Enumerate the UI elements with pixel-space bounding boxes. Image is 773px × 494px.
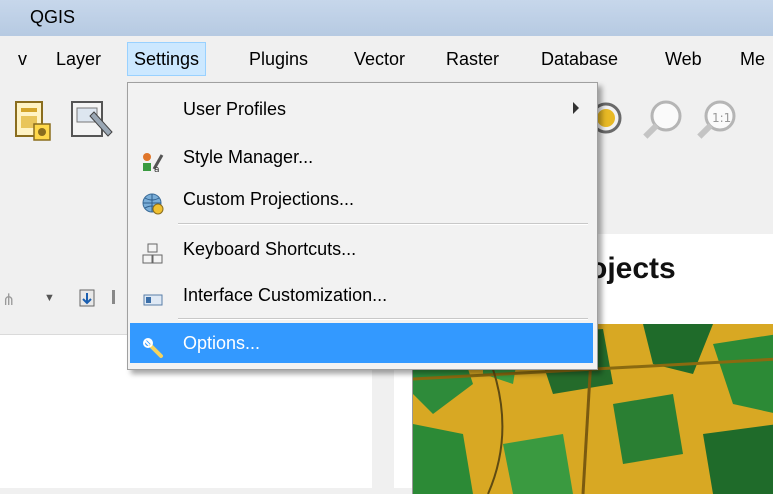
menu-item-label: Keyboard Shortcuts... bbox=[183, 239, 357, 259]
menu-item-style-manager[interactable]: a Style Manager... bbox=[130, 137, 593, 177]
projects-heading: ojects bbox=[589, 252, 676, 285]
menu-item-label: Custom Projections... bbox=[183, 189, 355, 209]
menu-item-user-profiles[interactable]: User Profiles bbox=[130, 89, 593, 129]
menu-item-options[interactable]: Options... bbox=[130, 323, 593, 363]
menu-item-interface-customization[interactable]: Interface Customization... bbox=[130, 275, 593, 315]
submenu-arrow-icon bbox=[573, 102, 579, 114]
filter-icon[interactable]: ⋔ bbox=[2, 290, 15, 310]
menu-layer[interactable]: Layer bbox=[50, 42, 107, 76]
menu-view[interactable]: v bbox=[12, 42, 33, 76]
layout-manager-icon[interactable] bbox=[68, 98, 116, 149]
menu-bar: v Layer Settings Plugins Vector Raster D… bbox=[0, 36, 773, 82]
svg-text:1:1: 1:1 bbox=[712, 111, 731, 125]
menu-more[interactable]: Me bbox=[734, 42, 771, 76]
interface-customization-icon bbox=[142, 285, 164, 307]
title-bar: QGIS bbox=[0, 0, 773, 36]
zoom-next-icon[interactable] bbox=[640, 98, 690, 149]
wrench-icon bbox=[142, 333, 164, 358]
menu-vector[interactable]: Vector bbox=[348, 42, 411, 76]
menu-item-label: Interface Customization... bbox=[183, 285, 388, 305]
menu-raster[interactable]: Raster bbox=[440, 42, 505, 76]
style-manager-icon: a bbox=[142, 147, 164, 175]
menu-database[interactable]: Database bbox=[535, 42, 624, 76]
menu-web[interactable]: Web bbox=[659, 42, 708, 76]
window-title: QGIS bbox=[30, 7, 76, 27]
menu-item-custom-projections[interactable]: Custom Projections... bbox=[130, 179, 593, 219]
keyboard-shortcuts-icon bbox=[142, 239, 164, 264]
zoom-actual-size-icon[interactable]: 1:1 bbox=[694, 98, 744, 149]
menu-settings[interactable]: Settings bbox=[127, 42, 207, 76]
menu-item-label: Style Manager... bbox=[183, 147, 314, 167]
dropdown-arrow-icon[interactable]: ▼ bbox=[44, 292, 55, 304]
menu-separator bbox=[178, 318, 588, 320]
menu-item-keyboard-shortcuts[interactable]: Keyboard Shortcuts... bbox=[130, 229, 593, 269]
zoom-last-icon[interactable] bbox=[590, 98, 628, 149]
svg-text:a: a bbox=[154, 165, 160, 173]
menu-item-label: User Profiles bbox=[183, 99, 287, 119]
settings-menu: User Profiles a Style Manager... Custom … bbox=[127, 82, 598, 370]
toolbar-handle bbox=[112, 290, 115, 304]
menu-item-label: Options... bbox=[183, 333, 261, 353]
expand-all-icon[interactable] bbox=[78, 288, 98, 315]
menu-separator bbox=[178, 223, 588, 225]
custom-projections-icon bbox=[142, 189, 164, 215]
menu-plugins[interactable]: Plugins bbox=[243, 42, 314, 76]
new-print-layout-icon[interactable] bbox=[14, 98, 54, 149]
